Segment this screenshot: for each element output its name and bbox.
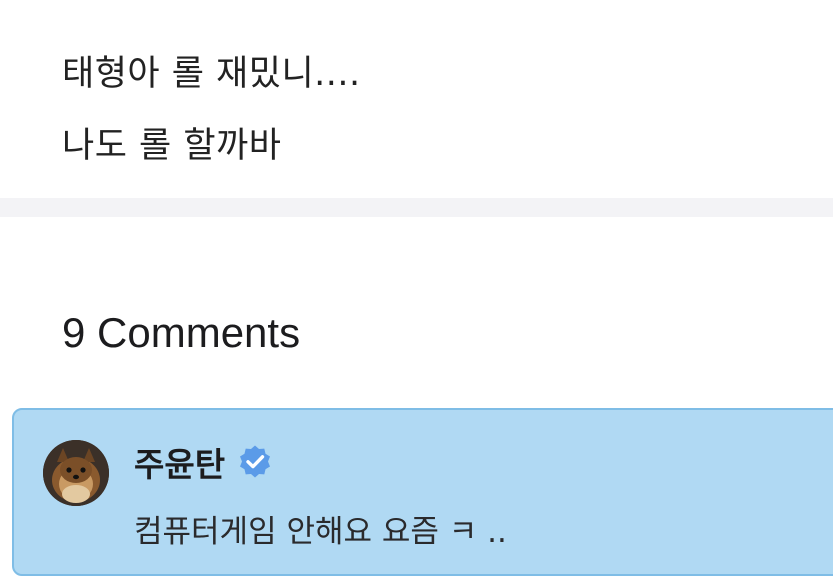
- post-body: 태형아 롤 재밌니.... 나도 롤 할까바: [62, 38, 802, 182]
- avatar-image: [43, 440, 109, 506]
- comment-author-row: 주윤탄: [134, 438, 273, 486]
- comment-item[interactable]: 주윤탄 컴퓨터게임 안해요 요즘 ㅋ ..: [12, 408, 833, 576]
- comments-count-heading: 9 Comments: [62, 309, 301, 356]
- comment-text: 컴퓨터게임 안해요 요즘 ㅋ ..: [134, 514, 507, 550]
- avatar[interactable]: [43, 440, 109, 506]
- section-divider: [0, 198, 833, 217]
- post-text-line: 태형아 롤 재밌니....: [62, 54, 361, 94]
- verified-check-badge-icon: [237, 444, 273, 480]
- comment-author-name[interactable]: 주윤탄: [134, 438, 225, 486]
- post-text-line: 나도 롤 할까바: [62, 126, 282, 166]
